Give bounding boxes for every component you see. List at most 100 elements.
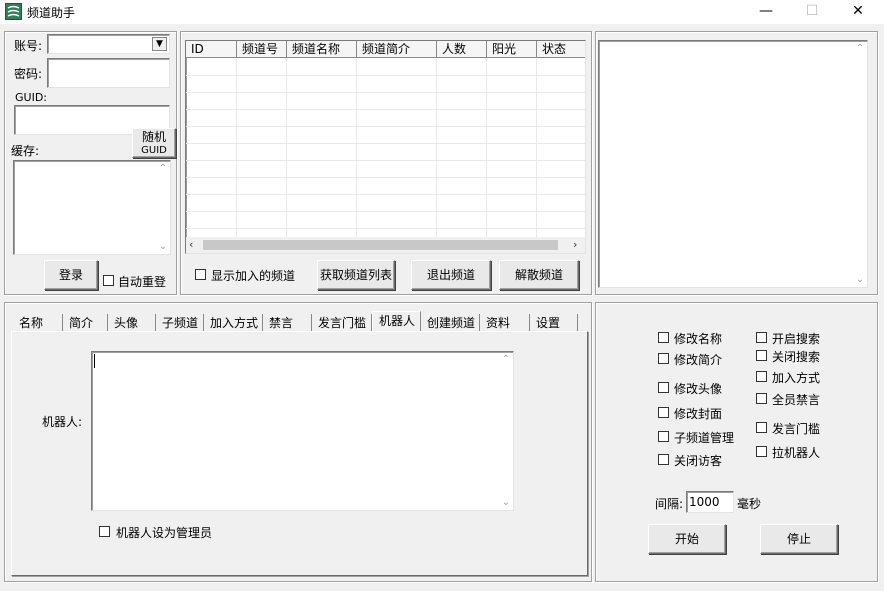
column-header-sunshine[interactable]: 阳光 bbox=[487, 41, 537, 58]
get-channel-list-button[interactable]: 获取频道列表 bbox=[317, 260, 395, 290]
speak-threshold-label: 发言门槛 bbox=[772, 422, 821, 436]
modify-intro-checkbox[interactable] bbox=[658, 353, 669, 364]
mute-all-label: 全员禁言 bbox=[772, 393, 821, 407]
minimize-button[interactable]: — bbox=[743, 0, 789, 24]
tab-settings[interactable]: 设置 bbox=[530, 314, 578, 332]
grid-line bbox=[186, 143, 585, 144]
scroll-down-arrow-icon[interactable]: ⌄ bbox=[853, 274, 867, 285]
interval-input[interactable]: 1000 bbox=[686, 491, 734, 513]
robot-textarea[interactable]: ⌃ ⌄ bbox=[91, 351, 514, 511]
chevron-down-icon[interactable]: ▼ bbox=[152, 37, 167, 51]
stop-button[interactable]: 停止 bbox=[760, 524, 838, 554]
scroll-up-arrow-icon[interactable]: ⌃ bbox=[499, 354, 513, 365]
column-header-status[interactable]: 状态 bbox=[537, 41, 585, 58]
modify-cover-label: 修改封面 bbox=[674, 407, 723, 421]
robot-admin-label: 机器人设为管理员 bbox=[116, 526, 213, 540]
tab-create-channel[interactable]: 创建频道 bbox=[421, 314, 480, 332]
scroll-down-arrow-icon[interactable]: ⌄ bbox=[499, 497, 513, 508]
random-guid-button[interactable]: 随机 GUID bbox=[132, 128, 176, 158]
scroll-up-arrow-icon[interactable]: ⌃ bbox=[156, 163, 170, 174]
join-mode-checkbox[interactable] bbox=[756, 371, 767, 382]
disable-search-checkbox[interactable] bbox=[756, 350, 767, 361]
random-guid-line2: GUID bbox=[141, 145, 167, 156]
grid-line bbox=[186, 75, 585, 76]
grid-line bbox=[186, 126, 585, 127]
sub-channel-manage-label: 子频道管理 bbox=[674, 431, 735, 445]
robot-label: 机器人: bbox=[42, 415, 83, 429]
auto-relogin-checkbox[interactable] bbox=[103, 275, 114, 286]
tab-mute[interactable]: 禁言 bbox=[263, 314, 312, 332]
column-header-channel-intro[interactable]: 频道简介 bbox=[357, 41, 437, 58]
close-guest-checkbox[interactable] bbox=[658, 454, 669, 465]
column-header-channel-name[interactable]: 频道名称 bbox=[287, 41, 357, 58]
scroll-up-arrow-icon[interactable]: ⌃ bbox=[853, 43, 867, 54]
scroll-left-arrow-icon[interactable]: ‹ bbox=[189, 238, 193, 251]
show-joined-label: 显示加入的频道 bbox=[211, 269, 296, 283]
scroll-right-arrow-icon[interactable]: › bbox=[573, 238, 577, 251]
app-logo-icon bbox=[5, 3, 22, 20]
speak-threshold-checkbox[interactable] bbox=[756, 422, 767, 433]
modify-cover-checkbox[interactable] bbox=[658, 407, 669, 418]
dissolve-channel-button[interactable]: 解散频道 bbox=[499, 260, 579, 290]
close-button[interactable]: ✕ bbox=[835, 0, 881, 24]
grid-line bbox=[186, 160, 585, 161]
tab-intro[interactable]: 简介 bbox=[63, 314, 108, 332]
interval-label: 间隔: bbox=[655, 497, 684, 511]
log-textarea[interactable]: ⌃ ⌄ bbox=[598, 40, 868, 288]
start-button[interactable]: 开始 bbox=[648, 524, 726, 554]
grid-line bbox=[236, 58, 237, 238]
show-joined-checkbox[interactable] bbox=[195, 269, 206, 280]
tab-speak-threshold[interactable]: 发言门槛 bbox=[312, 314, 372, 332]
mute-all-checkbox[interactable] bbox=[756, 393, 767, 404]
grid-line bbox=[536, 58, 537, 238]
close-guest-label: 关闭访客 bbox=[674, 454, 723, 468]
grid-line bbox=[186, 92, 585, 93]
enable-search-checkbox[interactable] bbox=[756, 332, 767, 343]
modify-avatar-checkbox[interactable] bbox=[658, 382, 669, 393]
password-input[interactable] bbox=[47, 58, 170, 88]
interval-unit: 毫秒 bbox=[737, 497, 762, 511]
random-guid-line1: 随机 bbox=[141, 130, 166, 144]
maximize-button[interactable]: ☐ bbox=[789, 0, 835, 24]
horizontal-scrollbar[interactable]: ‹ › bbox=[186, 237, 585, 253]
password-label: 密码: bbox=[14, 67, 43, 81]
pull-robot-label: 拉机器人 bbox=[772, 446, 821, 460]
tab-join-mode[interactable]: 加入方式 bbox=[204, 314, 263, 332]
modify-name-label: 修改名称 bbox=[674, 332, 723, 346]
column-header-channel-no[interactable]: 频道号 bbox=[237, 41, 287, 58]
sub-channel-manage-checkbox[interactable] bbox=[658, 431, 669, 442]
grid-line bbox=[186, 211, 585, 212]
modify-name-checkbox[interactable] bbox=[658, 332, 669, 343]
text-caret bbox=[94, 354, 95, 368]
tab-avatar[interactable]: 头像 bbox=[108, 314, 156, 332]
tab-robot[interactable]: 机器人 bbox=[372, 311, 421, 332]
grid-line bbox=[186, 194, 585, 195]
login-button[interactable]: 登录 bbox=[44, 260, 98, 290]
tab-profile[interactable]: 资料 bbox=[480, 314, 530, 332]
grid-line bbox=[486, 58, 487, 238]
tab-sub-channel[interactable]: 子频道 bbox=[156, 314, 204, 332]
channel-table[interactable]: ID 频道号 频道名称 频道简介 人数 阳光 状态 ‹ › bbox=[185, 40, 586, 254]
scroll-thumb[interactable] bbox=[203, 240, 558, 250]
enable-search-label: 开启搜索 bbox=[772, 332, 821, 346]
scroll-down-arrow-icon[interactable]: ⌄ bbox=[156, 241, 170, 252]
auto-relogin-label: 自动重登 bbox=[118, 275, 167, 289]
robot-admin-checkbox[interactable] bbox=[99, 526, 110, 537]
disable-search-label: 关闭搜索 bbox=[772, 350, 821, 364]
tab-strip: 名称 简介 头像 子频道 加入方式 禁言 发言门槛 机器人 创建频道 资料 设置 bbox=[13, 311, 579, 332]
table-header: ID 频道号 频道名称 频道简介 人数 阳光 状态 bbox=[186, 41, 585, 58]
grid-line bbox=[186, 177, 585, 178]
cache-textarea[interactable]: ⌃ ⌄ bbox=[13, 160, 171, 255]
exit-channel-button[interactable]: 退出频道 bbox=[411, 260, 491, 290]
grid-line bbox=[186, 109, 585, 110]
modify-avatar-label: 修改头像 bbox=[674, 382, 723, 396]
column-header-members[interactable]: 人数 bbox=[437, 41, 487, 58]
account-select[interactable]: ▼ bbox=[47, 34, 170, 54]
pull-robot-checkbox[interactable] bbox=[756, 446, 767, 457]
grid-line bbox=[356, 58, 357, 238]
guid-label: GUID: bbox=[15, 91, 47, 104]
column-header-id[interactable]: ID bbox=[186, 41, 237, 58]
tab-name[interactable]: 名称 bbox=[13, 314, 63, 332]
join-mode-label: 加入方式 bbox=[772, 371, 821, 385]
grid-line bbox=[286, 58, 287, 238]
